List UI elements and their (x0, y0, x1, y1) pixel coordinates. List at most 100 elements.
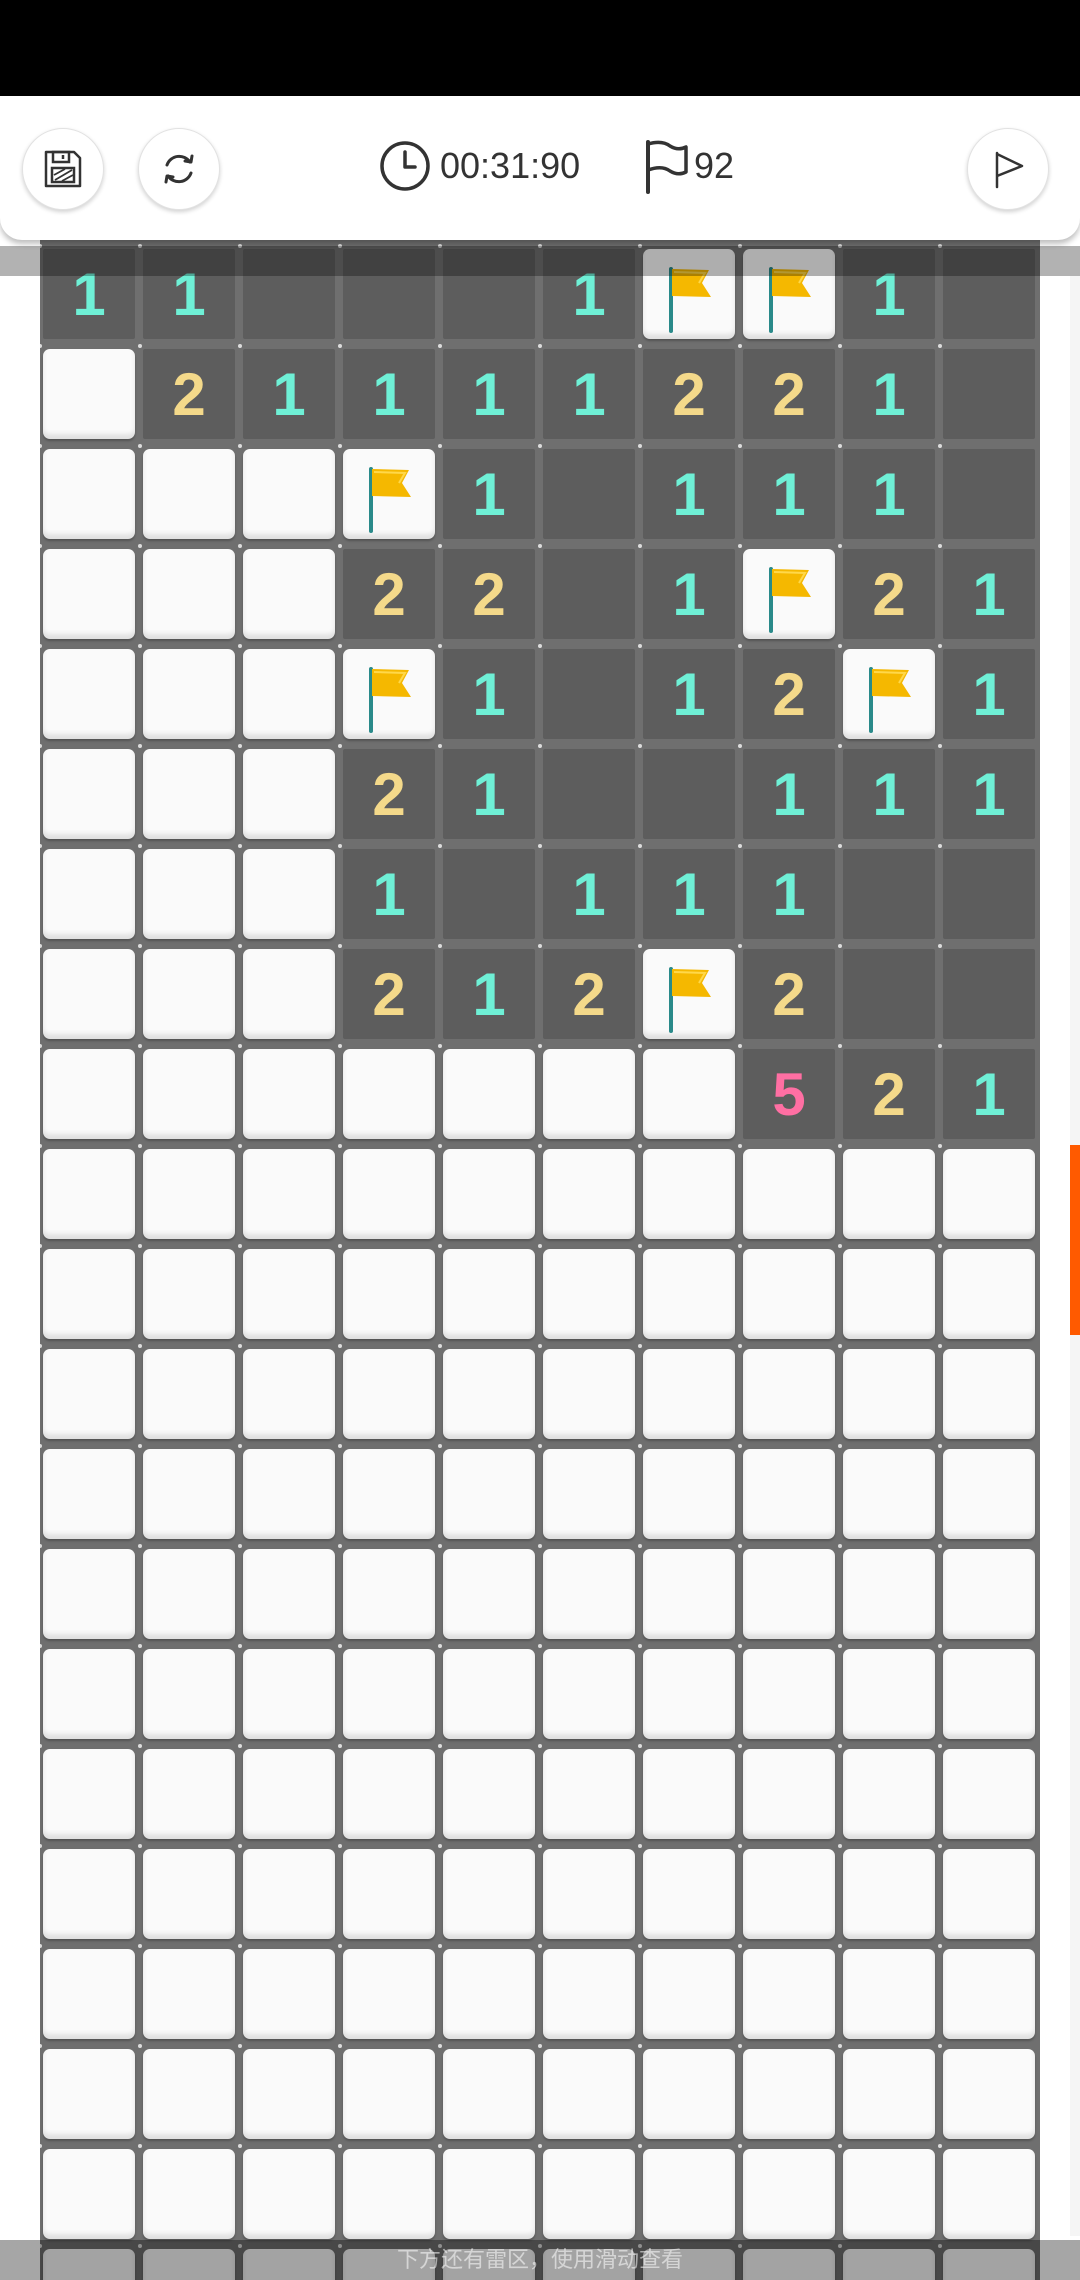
unopened-tile[interactable] (243, 1949, 335, 2039)
mine-cell[interactable] (138, 2044, 240, 2146)
flagged-tile[interactable] (643, 949, 735, 1039)
unopened-tile[interactable] (643, 1149, 735, 1239)
mine-cell[interactable] (438, 1044, 540, 1146)
mine-cell[interactable] (938, 2144, 1040, 2246)
mine-cell[interactable] (40, 644, 140, 746)
unopened-tile[interactable] (143, 1049, 235, 1139)
mine-cell[interactable] (938, 1144, 1040, 1246)
unopened-tile[interactable] (143, 1149, 235, 1239)
opened-number-cell[interactable]: 2 (143, 349, 235, 439)
unopened-tile[interactable] (543, 2049, 635, 2139)
mine-cell[interactable] (238, 544, 340, 646)
mine-cell[interactable] (138, 444, 240, 546)
unopened-tile[interactable] (443, 1949, 535, 2039)
mine-cell[interactable] (938, 1844, 1040, 1946)
mine-cell[interactable] (40, 1844, 140, 1946)
mine-cell[interactable] (138, 1544, 240, 1646)
unopened-tile[interactable] (643, 1549, 735, 1639)
mine-cell[interactable] (638, 1544, 740, 1646)
opened-number-cell[interactable]: 2 (743, 349, 835, 439)
mine-cell[interactable] (438, 1844, 540, 1946)
unopened-tile[interactable] (243, 449, 335, 539)
unopened-tile[interactable] (543, 1249, 635, 1339)
unopened-tile[interactable] (543, 1349, 635, 1439)
unopened-tile[interactable] (643, 1949, 735, 2039)
mine-cell[interactable] (938, 844, 1040, 946)
opened-number-cell[interactable]: 1 (343, 849, 435, 939)
mine-cell[interactable] (938, 1344, 1040, 1446)
mine-cell[interactable]: 5 (738, 1044, 840, 1146)
mine-cell[interactable] (40, 2144, 140, 2246)
mine-cell[interactable] (138, 544, 240, 646)
mine-cell[interactable] (238, 1844, 340, 1946)
unopened-tile[interactable] (143, 549, 235, 639)
mine-cell[interactable] (338, 444, 440, 546)
mine-cell[interactable] (40, 944, 140, 1046)
mine-cell[interactable] (338, 1744, 440, 1846)
mine-cell[interactable] (40, 1044, 140, 1146)
mine-cell[interactable] (638, 1844, 740, 1946)
mine-cell[interactable] (138, 1744, 240, 1846)
mine-cell[interactable] (438, 1344, 540, 1446)
unopened-tile[interactable] (843, 1449, 935, 1539)
mine-cell[interactable] (538, 1544, 640, 1646)
mine-cell[interactable] (138, 1344, 240, 1446)
mine-cell[interactable] (738, 1544, 840, 1646)
opened-number-cell[interactable]: 1 (843, 349, 935, 439)
mine-cell[interactable]: 1 (538, 844, 640, 946)
mine-cell[interactable] (638, 1044, 740, 1146)
mine-cell[interactable] (838, 1544, 940, 1646)
mine-cell[interactable]: 1 (938, 544, 1040, 646)
mine-cell[interactable] (40, 1244, 140, 1346)
mine-cell[interactable] (538, 1044, 640, 1146)
flagged-tile[interactable] (743, 549, 835, 639)
flag-mode-button[interactable] (967, 128, 1049, 210)
mine-cell[interactable]: 1 (338, 344, 440, 446)
mine-cell[interactable]: 1 (638, 644, 740, 746)
mine-cell[interactable] (40, 1544, 140, 1646)
unopened-tile[interactable] (443, 1549, 535, 1639)
mine-cell[interactable]: 2 (638, 344, 740, 446)
unopened-tile[interactable] (43, 1249, 135, 1339)
unopened-tile[interactable] (543, 1649, 635, 1739)
mine-cell[interactable]: 1 (238, 344, 340, 446)
mine-cell[interactable] (238, 444, 340, 546)
unopened-tile[interactable] (343, 1649, 435, 1739)
unopened-tile[interactable] (243, 1649, 335, 1739)
unopened-tile[interactable] (43, 2149, 135, 2239)
mine-cell[interactable]: 1 (638, 544, 740, 646)
mine-cell[interactable] (238, 744, 340, 846)
opened-number-cell[interactable]: 2 (343, 749, 435, 839)
unopened-tile[interactable] (843, 1949, 935, 2039)
opened-number-cell[interactable]: 1 (643, 849, 735, 939)
mine-cell[interactable] (738, 1144, 840, 1246)
unopened-tile[interactable] (543, 1149, 635, 1239)
mine-cell[interactable] (838, 1844, 940, 1946)
mine-cell[interactable]: 1 (338, 844, 440, 946)
restart-button[interactable] (138, 128, 220, 210)
opened-number-cell[interactable]: 1 (443, 449, 535, 539)
mine-cell[interactable] (238, 1544, 340, 1646)
mine-cell[interactable] (838, 2144, 940, 2246)
mine-cell[interactable]: 2 (338, 744, 440, 846)
unopened-tile[interactable] (243, 1249, 335, 1339)
unopened-tile[interactable] (343, 1149, 435, 1239)
unopened-tile[interactable] (143, 949, 235, 1039)
mine-cell[interactable] (40, 444, 140, 546)
flagged-tile[interactable] (343, 649, 435, 739)
mine-cell[interactable] (738, 2044, 840, 2146)
unopened-tile[interactable] (243, 1349, 335, 1439)
mine-cell[interactable] (738, 1944, 840, 2046)
unopened-tile[interactable] (243, 849, 335, 939)
mine-cell[interactable] (838, 1344, 940, 1446)
unopened-tile[interactable] (743, 1549, 835, 1639)
opened-number-cell[interactable]: 2 (843, 549, 935, 639)
mine-cell[interactable]: 2 (738, 644, 840, 746)
unopened-tile[interactable] (743, 1649, 835, 1739)
mine-cell[interactable]: 2 (538, 944, 640, 1046)
opened-number-cell[interactable]: 1 (643, 649, 735, 739)
unopened-tile[interactable] (343, 1049, 435, 1139)
mine-cell[interactable] (838, 1644, 940, 1746)
mine-cell[interactable] (438, 844, 540, 946)
mine-cell[interactable] (138, 1044, 240, 1146)
